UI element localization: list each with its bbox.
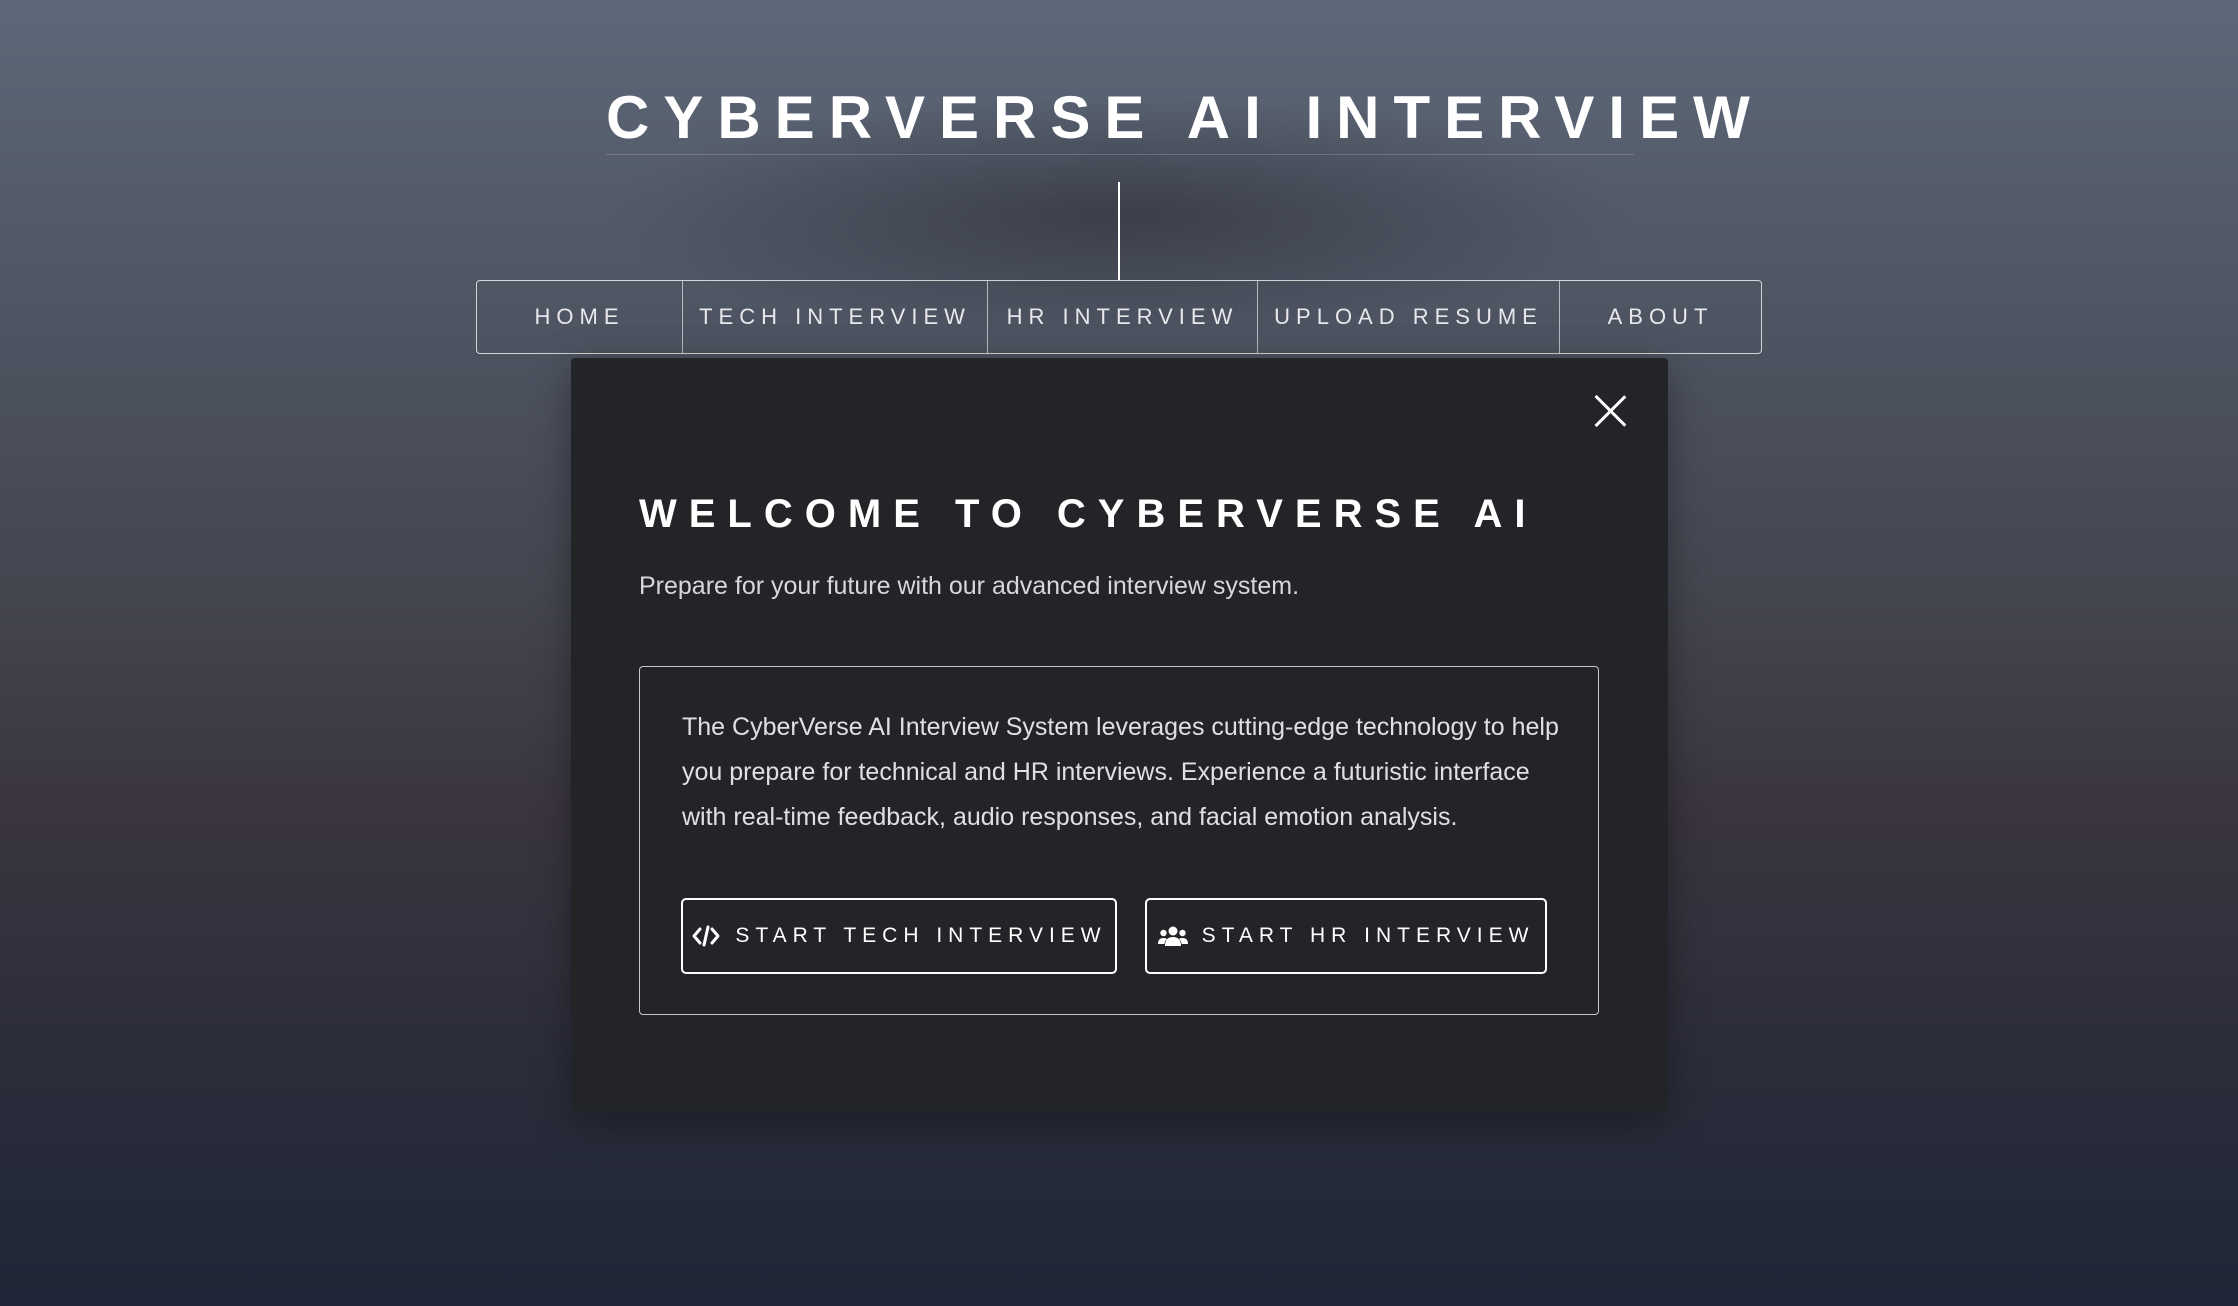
welcome-modal: WELCOME TO CYBERVERSE AI Prepare for you… (571, 358, 1668, 1111)
nav-item-tech-interview[interactable]: TECH INTERVIEW (683, 281, 988, 353)
code-icon (691, 923, 721, 949)
modal-subtitle: Prepare for your future with our advance… (639, 572, 1300, 600)
nav-item-hr-interview[interactable]: HR INTERVIEW (988, 281, 1258, 353)
start-tech-interview-button[interactable]: START TECH INTERVIEW (681, 898, 1117, 974)
close-icon[interactable] (1593, 394, 1627, 428)
start-hr-interview-button[interactable]: START HR INTERVIEW (1145, 898, 1547, 974)
nav-item-about[interactable]: ABOUT (1560, 281, 1761, 353)
users-icon (1157, 923, 1188, 949)
nav-item-upload-resume[interactable]: UPLOAD RESUME (1258, 281, 1560, 353)
nav-item-home[interactable]: HOME (477, 281, 683, 353)
nav-connector-line (1118, 182, 1120, 280)
site-title: CYBERVERSE AI INTERVIEW (606, 84, 1764, 151)
main-nav: HOME TECH INTERVIEW HR INTERVIEW UPLOAD … (476, 280, 1762, 354)
title-underline (606, 154, 1634, 155)
start-tech-interview-label: START TECH INTERVIEW (735, 924, 1107, 947)
info-box: The CyberVerse AI Interview System lever… (639, 666, 1599, 1015)
start-hr-interview-label: START HR INTERVIEW (1201, 924, 1535, 947)
modal-title: WELCOME TO CYBERVERSE AI (639, 492, 1538, 536)
info-description: The CyberVerse AI Interview System lever… (682, 713, 1559, 831)
